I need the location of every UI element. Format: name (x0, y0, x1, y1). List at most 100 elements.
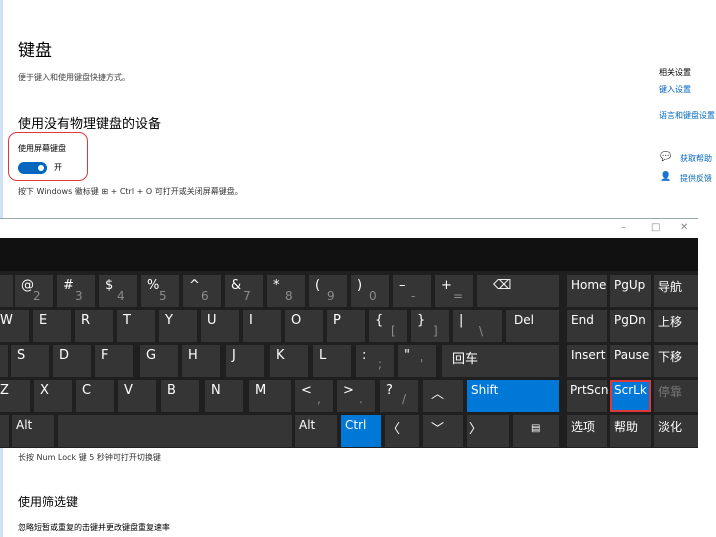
alt-right-key[interactable]: Alt (295, 415, 337, 447)
key-w[interactable]: W (0, 310, 29, 342)
scrlk-key-label: ScrLk (614, 383, 647, 397)
key-x[interactable]: X (34, 380, 72, 412)
key-t-label: T (123, 313, 131, 328)
key-m[interactable]: M (249, 380, 291, 412)
key-j[interactable]: J (226, 345, 264, 377)
key-minus[interactable]: – - (393, 275, 431, 307)
key-9[interactable]: (9 (309, 275, 347, 307)
key-e[interactable]: E (33, 310, 71, 342)
minimize-icon[interactable]: – (621, 222, 626, 233)
menu-key[interactable]: ▤ (513, 415, 559, 447)
key-k[interactable]: K (270, 345, 308, 377)
help-key[interactable]: 帮助 (610, 415, 651, 447)
key-8[interactable]: * 8 (267, 275, 305, 307)
maximize-icon[interactable]: □ (651, 222, 660, 233)
fade-key[interactable]: 淡化 (654, 415, 698, 447)
key-1[interactable] (0, 275, 13, 307)
key-g[interactable]: G (140, 345, 178, 377)
page-subtitle: 便于键入和使用键盘快捷方式。 (18, 73, 130, 82)
key-right-bracket[interactable]: }] (411, 310, 449, 342)
on-screen-keyboard-toggle[interactable] (18, 162, 47, 174)
key-5[interactable]: % 5 (141, 275, 179, 307)
left-arrow-key[interactable]: 〈 (385, 415, 419, 447)
pause-key[interactable]: Pause (610, 345, 651, 377)
key-v[interactable]: V (118, 380, 156, 412)
end-key[interactable]: End (567, 310, 607, 342)
key-p[interactable]: P (327, 310, 365, 342)
pgup-key[interactable]: PgUp (610, 275, 651, 307)
key-7[interactable]: & 7 (225, 275, 263, 307)
pgdn-key[interactable]: PgDn (610, 310, 651, 342)
language-keyboard-settings-link[interactable]: 语言和键盘设置 (659, 110, 715, 121)
typing-settings-link[interactable]: 键入设置 (659, 84, 691, 95)
give-feedback-link[interactable]: 提供反馈 (680, 173, 712, 184)
fade-key-label: 淡化 (658, 420, 683, 434)
close-icon[interactable]: ✕ (680, 222, 688, 233)
key-u[interactable]: U (201, 310, 239, 342)
key-h[interactable]: H (182, 345, 220, 377)
alt-left-key[interactable]: Alt (12, 415, 54, 447)
key-slash[interactable]: ? / (380, 380, 418, 412)
key-d[interactable]: D (53, 345, 91, 377)
key-c[interactable]: C (76, 380, 114, 412)
del-key[interactable]: Del (506, 310, 559, 342)
key-y[interactable]: Y (159, 310, 197, 342)
key-period-label: . (359, 392, 363, 406)
key-2[interactable]: @2 (15, 275, 53, 307)
home-key[interactable]: Home (567, 275, 607, 307)
key-z[interactable]: Z (0, 380, 30, 412)
key-i-label: I (249, 313, 253, 328)
key-g-label: G (146, 348, 157, 363)
key-comma[interactable]: <, (295, 380, 333, 412)
enter-key[interactable]: 回车 (442, 345, 559, 377)
insert-key[interactable]: Insert (567, 345, 607, 377)
key-n[interactable]: N (205, 380, 243, 412)
key-left-bracket[interactable]: {[ (369, 310, 407, 342)
key-backslash[interactable]: | \ (453, 310, 502, 342)
dock-key[interactable]: 停靠 (654, 380, 698, 412)
scrlk-key[interactable]: ScrLk (610, 380, 651, 412)
shift-key[interactable]: Shift (467, 380, 559, 412)
space-key[interactable] (58, 415, 292, 447)
toggle-knob (38, 165, 44, 171)
options-key[interactable]: 选项 (567, 415, 607, 447)
key-3[interactable]: #3 (57, 275, 95, 307)
page-title: 键盘 (18, 41, 52, 61)
caps-key[interactable] (0, 345, 8, 377)
osk-title-bar[interactable]: – □ ✕ (0, 218, 698, 239)
key-c-label: C (82, 383, 92, 398)
key-quote[interactable]: " ' (398, 345, 436, 377)
nav-key[interactable]: 导航 (654, 275, 698, 307)
key-s[interactable]: S (11, 345, 49, 377)
key-0[interactable]: ) 0 (351, 275, 389, 307)
up-arrow-key[interactable]: ︿ (423, 380, 463, 412)
key-o[interactable]: O (285, 310, 323, 342)
key-period[interactable]: >. (337, 380, 375, 412)
key-i[interactable]: I (243, 310, 281, 342)
shift-key-label: Shift (471, 383, 499, 397)
key-equals[interactable]: + = (435, 275, 473, 307)
key-f[interactable]: F (95, 345, 133, 377)
backspace-key[interactable]: ⌫ (477, 275, 559, 307)
ctrl-key[interactable]: Ctrl (341, 415, 381, 447)
key-r[interactable]: R (75, 310, 113, 342)
down-arrow-key[interactable]: ﹀ (423, 415, 463, 447)
move-up-key[interactable]: 上移 (654, 310, 698, 342)
key-semicolon[interactable]: :; (356, 345, 394, 377)
move-down-key[interactable]: 下移 (654, 345, 698, 377)
key-4[interactable]: $4 (99, 275, 137, 307)
prtscn-key[interactable]: PrtScn (567, 380, 608, 412)
key-lt-label: < (301, 383, 312, 398)
key-comma-label: , (317, 392, 321, 406)
key-t[interactable]: T (117, 310, 155, 342)
get-help-link[interactable]: 获取帮助 (680, 153, 712, 164)
pause-key-label: Pause (614, 348, 650, 362)
alt-left-key-label: Alt (16, 418, 33, 432)
key-b[interactable]: B (161, 380, 199, 412)
key-6[interactable]: ^ 6 (183, 275, 221, 307)
fn-key[interactable] (0, 415, 9, 447)
key-l[interactable]: L (313, 345, 351, 377)
key-2-main: 2 (33, 289, 41, 303)
key-equals-main: = (453, 289, 464, 303)
right-arrow-key[interactable]: 〉 (467, 415, 509, 447)
